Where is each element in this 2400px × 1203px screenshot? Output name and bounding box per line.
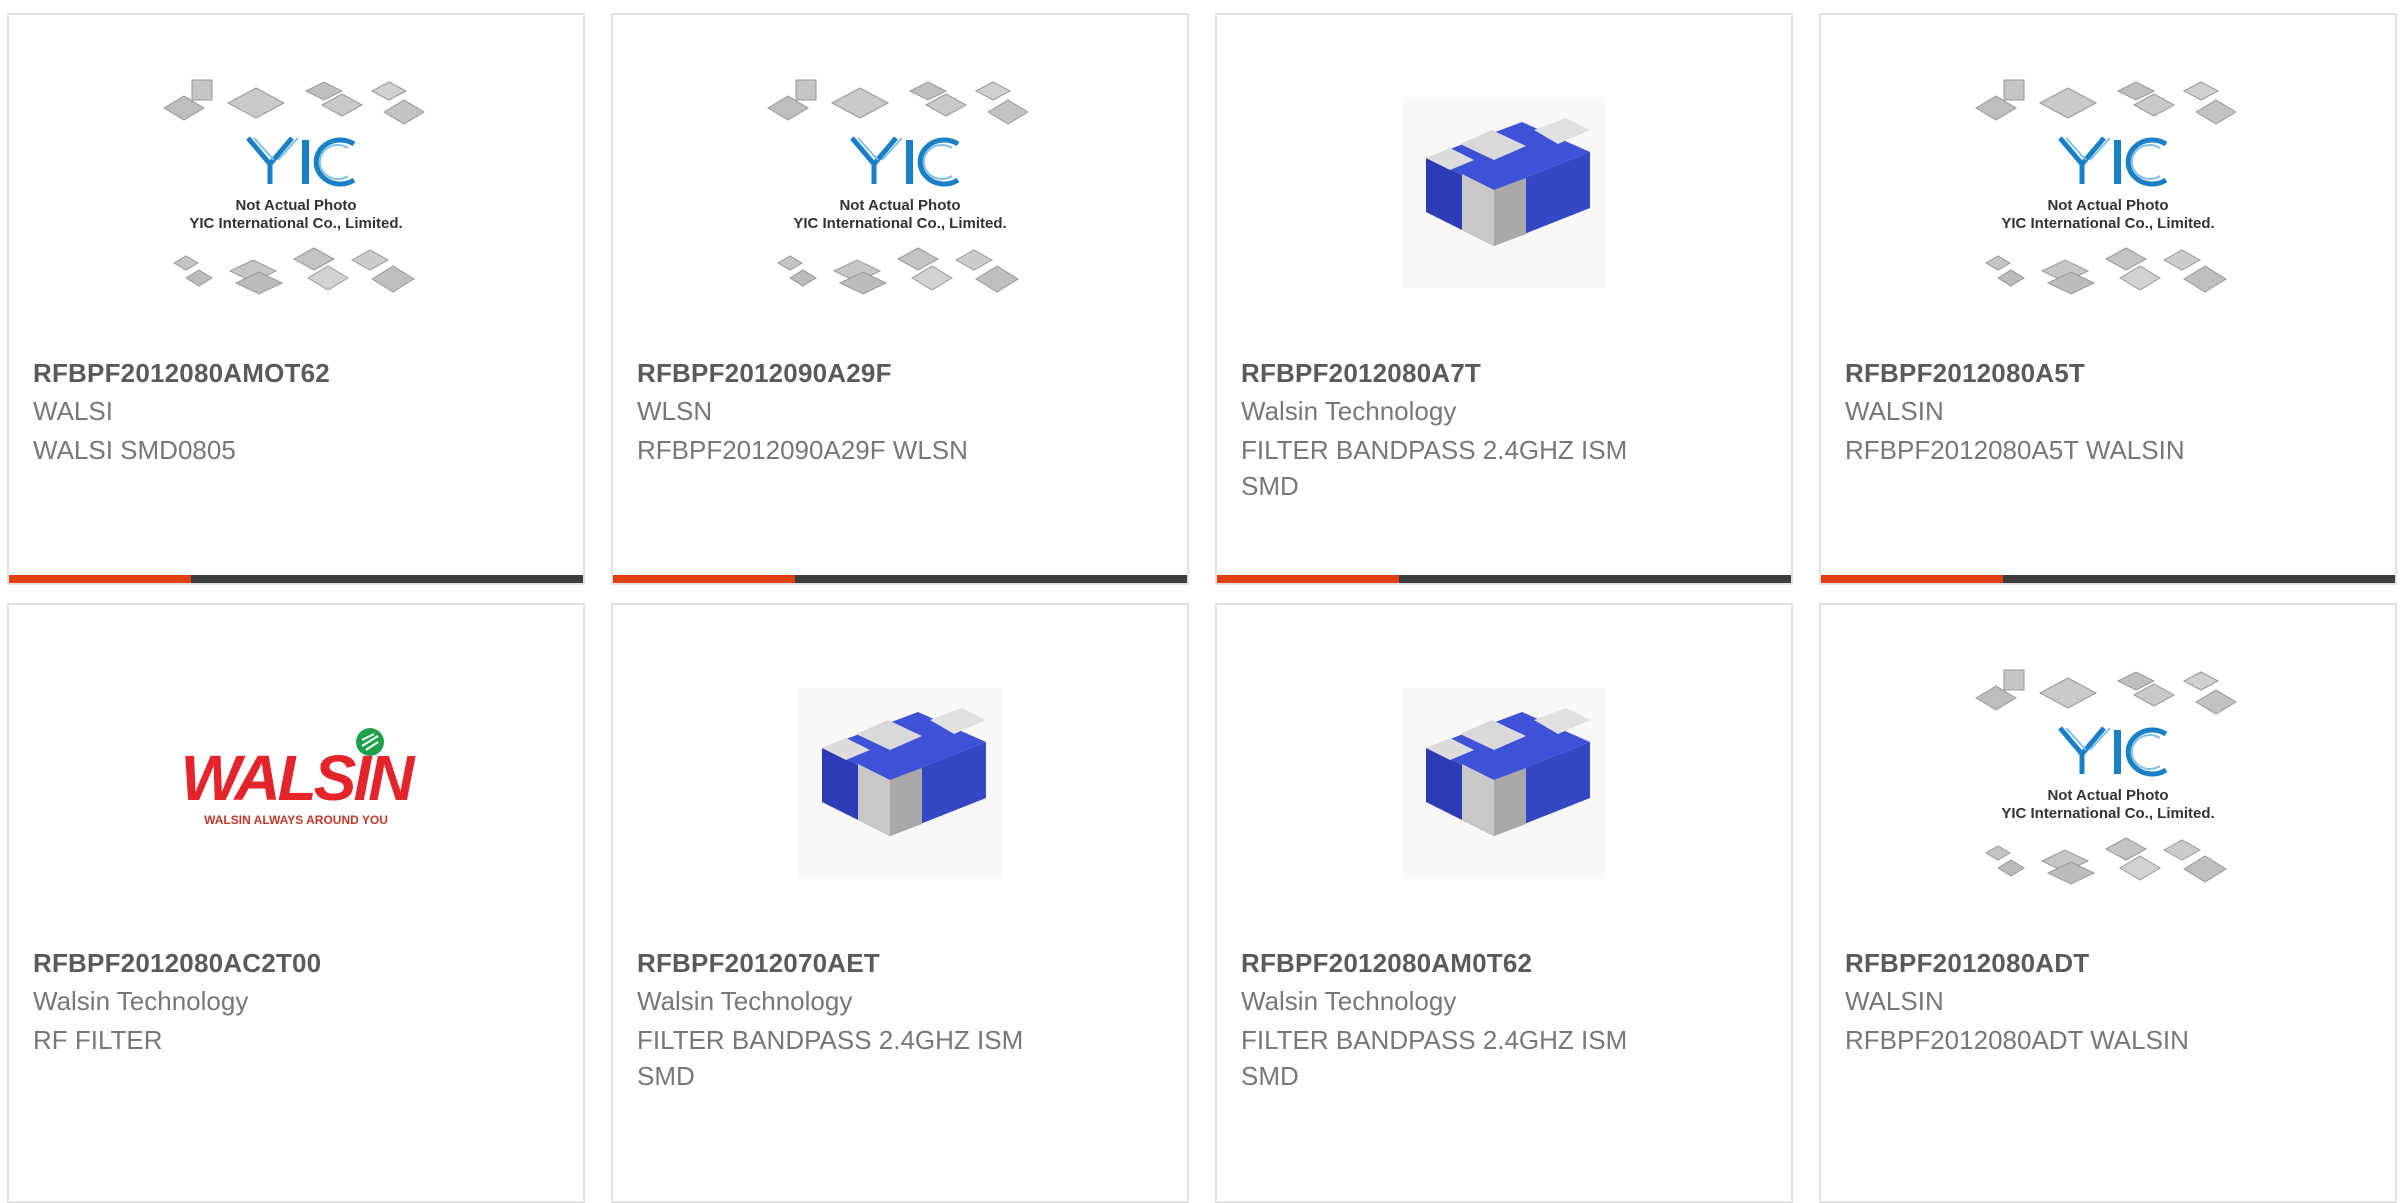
card-bottom-bar (1821, 575, 2395, 583)
package-grid-icon (1975, 79, 2237, 125)
product-card[interactable]: Not Actual Photo YIC International Co., L… (7, 13, 585, 585)
product-thumbnail: Not Actual PhotoYIC International Co., L… (1975, 669, 2237, 885)
part-number-link[interactable]: RFBPF2012080AC2T00 (33, 948, 321, 979)
placeholder-caption: Not Actual Photo (235, 197, 356, 214)
part-number-link[interactable]: RFBPF2012080AMOT62 (33, 358, 330, 389)
manufacturer: Walsin Technology (33, 986, 249, 1016)
product-thumbnail: Not Actual PhotoYIC International Co., L… (767, 79, 1029, 295)
product-thumbnail (798, 688, 1002, 878)
manufacturer: Walsin Technology (1241, 986, 1457, 1016)
description: WALSI SMD0805 (33, 435, 236, 465)
product-image[interactable]: WALSIN WALSIN ALWAYS AROUND YOU (9, 605, 583, 955)
product-thumbnail: Not Actual PhotoYIC International Co., L… (163, 79, 425, 295)
product-thumbnail (1402, 98, 1606, 288)
logo-tagline: WALSIN ALWAYS AROUND YOU (204, 813, 388, 827)
description: RFBPF2012080ADT WALSIN (1845, 1025, 2189, 1055)
card-accent-bar (613, 575, 795, 583)
placeholder-caption: YIC International Co., Limited. (2001, 805, 2214, 822)
description: RF FILTER (33, 1025, 163, 1055)
package-grid-icon (163, 79, 425, 125)
product-card[interactable]: RFBPF2012080AM0T62 Walsin Technology FIL… (1215, 603, 1793, 1203)
yic-logo-icon (246, 136, 356, 187)
part-number-link[interactable]: RFBPF2012070AET (637, 948, 880, 979)
product-card[interactable]: Not Actual Photo YIC International Co., L… (611, 13, 1189, 585)
smd-filter-chip-icon (1402, 98, 1606, 288)
product-image[interactable] (613, 605, 1187, 955)
product-card[interactable]: WALSIN WALSIN ALWAYS AROUND YOU RFBPF2012… (7, 603, 585, 1203)
part-number-link[interactable]: RFBPF2012080A7T (1241, 358, 1481, 389)
part-number-link[interactable]: RFBPF2012080AM0T62 (1241, 948, 1532, 979)
card-bottom-bar (613, 575, 1187, 583)
description: FILTER BANDPASS 2.4GHZ ISM SMD (637, 1025, 1024, 1091)
placeholder-caption: Not Actual Photo (2047, 197, 2168, 214)
product-image[interactable]: Not Actual Photo YIC International Co., L… (1821, 15, 2395, 365)
yic-logo-icon (2058, 136, 2168, 187)
card-bottom-bar (9, 575, 583, 583)
card-accent-bar (9, 575, 191, 583)
product-card[interactable]: RFBPF2012070AET Walsin Technology FILTER… (611, 603, 1189, 1203)
product-card[interactable]: Not Actual Photo YIC International Co., L… (1819, 13, 2397, 585)
product-card[interactable]: RFBPF2012080A7T Walsin Technology FILTER… (1215, 13, 1793, 585)
placeholder-caption: YIC International Co., Limited. (189, 215, 402, 232)
manufacturer: Walsin Technology (1241, 396, 1457, 426)
placeholder-caption: Not Actual Photo (839, 197, 960, 214)
product-thumbnail: WALSINWALSIN ALWAYS AROUND YOU (181, 728, 419, 827)
card-accent-bar (1217, 575, 1399, 583)
part-number-link[interactable]: RFBPF2012080A5T (1845, 358, 2085, 389)
product-image[interactable] (1217, 15, 1791, 365)
package-grid-icon (767, 79, 1029, 125)
description: FILTER BANDPASS 2.4GHZ ISM SMD (1241, 1025, 1628, 1091)
product-image[interactable] (1217, 605, 1791, 955)
package-grid-icon (777, 247, 1019, 295)
package-grid-icon (173, 247, 415, 295)
yic-logo-icon (850, 136, 960, 187)
description: RFBPF2012090A29F WLSN (637, 435, 968, 465)
product-card[interactable]: Not Actual Photo YIC International Co., L… (1819, 603, 2397, 1203)
yic-logo-icon (2058, 726, 2168, 777)
description: RFBPF2012080A5T WALSIN (1845, 435, 2185, 465)
package-grid-icon (1985, 247, 2227, 295)
manufacturer: WLSN (637, 396, 713, 426)
product-grid: Not Actual Photo YIC International Co., L… (0, 0, 2400, 1203)
description: FILTER BANDPASS 2.4GHZ ISM SMD (1241, 435, 1628, 501)
manufacturer: WALSIN (1845, 396, 1944, 426)
smd-filter-chip-icon (798, 688, 1002, 878)
part-number-link[interactable]: RFBPF2012090A29F (637, 358, 892, 389)
manufacturer: WALSI (33, 396, 113, 426)
product-image[interactable]: Not Actual Photo YIC International Co., L… (9, 15, 583, 365)
product-image[interactable]: Not Actual Photo YIC International Co., L… (1821, 605, 2395, 955)
card-accent-bar (1821, 575, 2003, 583)
package-grid-icon (1985, 837, 2227, 885)
product-thumbnail (1402, 688, 1606, 878)
smd-filter-chip-icon (1402, 688, 1606, 878)
part-number-link[interactable]: RFBPF2012080ADT (1845, 948, 2089, 979)
placeholder-caption: Not Actual Photo (2047, 787, 2168, 804)
card-bottom-bar (1217, 575, 1791, 583)
placeholder-caption: YIC International Co., Limited. (2001, 215, 2214, 232)
walsin-logo-icon: WALSINWALSIN ALWAYS AROUND YOU (181, 728, 419, 827)
manufacturer: WALSIN (1845, 986, 1944, 1016)
product-image[interactable]: Not Actual Photo YIC International Co., L… (613, 15, 1187, 365)
product-thumbnail: Not Actual PhotoYIC International Co., L… (1975, 79, 2237, 295)
manufacturer: Walsin Technology (637, 986, 853, 1016)
logo-text: WALSIN (181, 742, 417, 814)
package-grid-icon (1975, 669, 2237, 715)
placeholder-caption: YIC International Co., Limited. (793, 215, 1006, 232)
